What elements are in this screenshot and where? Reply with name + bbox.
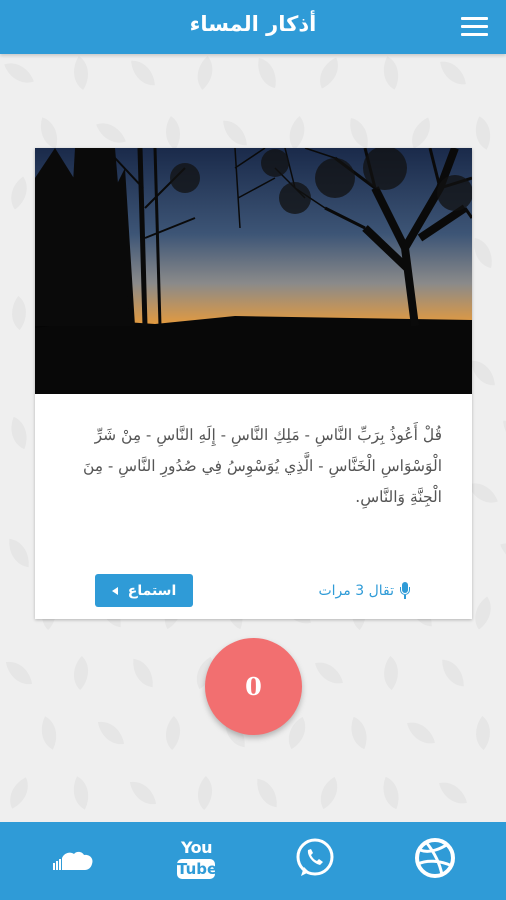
- leaf-decoration: [65, 776, 97, 810]
- zikr-text: قُلْ أَعُوذُ بِرَبِّ النَّاسِ - مَلِكِ ا…: [82, 426, 442, 506]
- leaf-decoration: [223, 119, 247, 147]
- leaf-decoration: [156, 116, 190, 150]
- dribbble-icon[interactable]: [412, 836, 462, 886]
- menu-line: [461, 17, 488, 20]
- counter-value: 0: [245, 672, 262, 701]
- leaf-decoration: [129, 778, 157, 808]
- leaf-decoration: [471, 359, 495, 387]
- leaf-decoration: [498, 775, 506, 811]
- leaf-decoration: [498, 56, 506, 90]
- leaf-decoration: [440, 58, 466, 88]
- leaf-decoration: [34, 117, 64, 149]
- leaf-decoration: [468, 477, 498, 509]
- leaf-decoration: [2, 295, 36, 331]
- leaf-decoration: [33, 716, 65, 750]
- microphone-icon: [400, 582, 410, 600]
- hamburger-menu-icon[interactable]: [461, 17, 488, 37]
- leaf-decoration: [2, 777, 36, 809]
- soundcloud-icon[interactable]: [50, 836, 100, 886]
- leaf-decoration: [404, 117, 438, 149]
- leaf-decoration: [96, 117, 126, 149]
- leaf-decoration: [64, 56, 98, 90]
- leaf-decoration: [315, 657, 343, 689]
- play-icon: [111, 586, 118, 595]
- bottom-navigation: You Tube: [0, 822, 506, 900]
- leaf-decoration: [375, 56, 407, 90]
- repeat-count: تقال 3 مرات: [318, 581, 410, 601]
- zikr-card: قُلْ أَعُوذُ بِرَبِّ النَّاسِ - مَلِكِ ا…: [35, 148, 472, 619]
- page-title: أذكار المساء: [189, 12, 317, 36]
- leaf-decoration: [375, 776, 407, 810]
- counter-button[interactable]: 0: [205, 638, 302, 735]
- leaf-decoration: [500, 537, 506, 569]
- leaf-decoration: [253, 57, 281, 89]
- leaf-decoration: [439, 777, 467, 809]
- youtube-icon[interactable]: You Tube: [175, 836, 225, 886]
- leaf-decoration: [498, 656, 506, 690]
- leaf-decoration: [501, 297, 506, 329]
- leaf-decoration: [130, 658, 156, 688]
- sunset-forest-image: [35, 148, 472, 394]
- whatsapp-icon[interactable]: [292, 836, 342, 886]
- leaf-decoration: [374, 655, 408, 691]
- leaf-decoration: [64, 655, 98, 691]
- leaf-decoration: [188, 775, 222, 811]
- leaf-decoration: [469, 237, 497, 269]
- listen-button[interactable]: استماع: [95, 574, 193, 607]
- leaf-decoration: [279, 116, 315, 150]
- leaf-decoration: [467, 116, 499, 150]
- leaf-decoration: [343, 716, 375, 750]
- youtube-tube-text: Tube: [177, 859, 218, 879]
- youtube-you-text: You: [181, 838, 213, 857]
- repeat-label: تقال 3 مرات: [318, 583, 394, 599]
- menu-line: [461, 25, 488, 28]
- leaf-decoration: [6, 538, 32, 568]
- leaf-decoration: [407, 717, 435, 749]
- leaf-decoration: [441, 659, 465, 687]
- leaf-decoration: [5, 658, 33, 688]
- leaf-decoration: [312, 57, 346, 89]
- leaf-decoration: [345, 117, 373, 149]
- leaf-decoration: [156, 715, 190, 751]
- leaf-decoration: [2, 176, 36, 210]
- leaf-decoration: [187, 56, 223, 90]
- leaf-decoration: [3, 416, 35, 450]
- sunset-forest-photo: [35, 148, 472, 394]
- leaf-decoration: [466, 715, 500, 751]
- leaf-decoration: [97, 718, 125, 748]
- menu-line: [461, 33, 488, 36]
- app-bar: أذكار المساء: [0, 0, 506, 54]
- leaf-decoration: [312, 776, 346, 810]
- leaf-decoration: [254, 778, 280, 808]
- leaf-decoration: [499, 176, 506, 210]
- leaf-decoration: [4, 57, 34, 89]
- leaf-decoration: [131, 59, 155, 87]
- listen-label: استماع: [127, 582, 177, 599]
